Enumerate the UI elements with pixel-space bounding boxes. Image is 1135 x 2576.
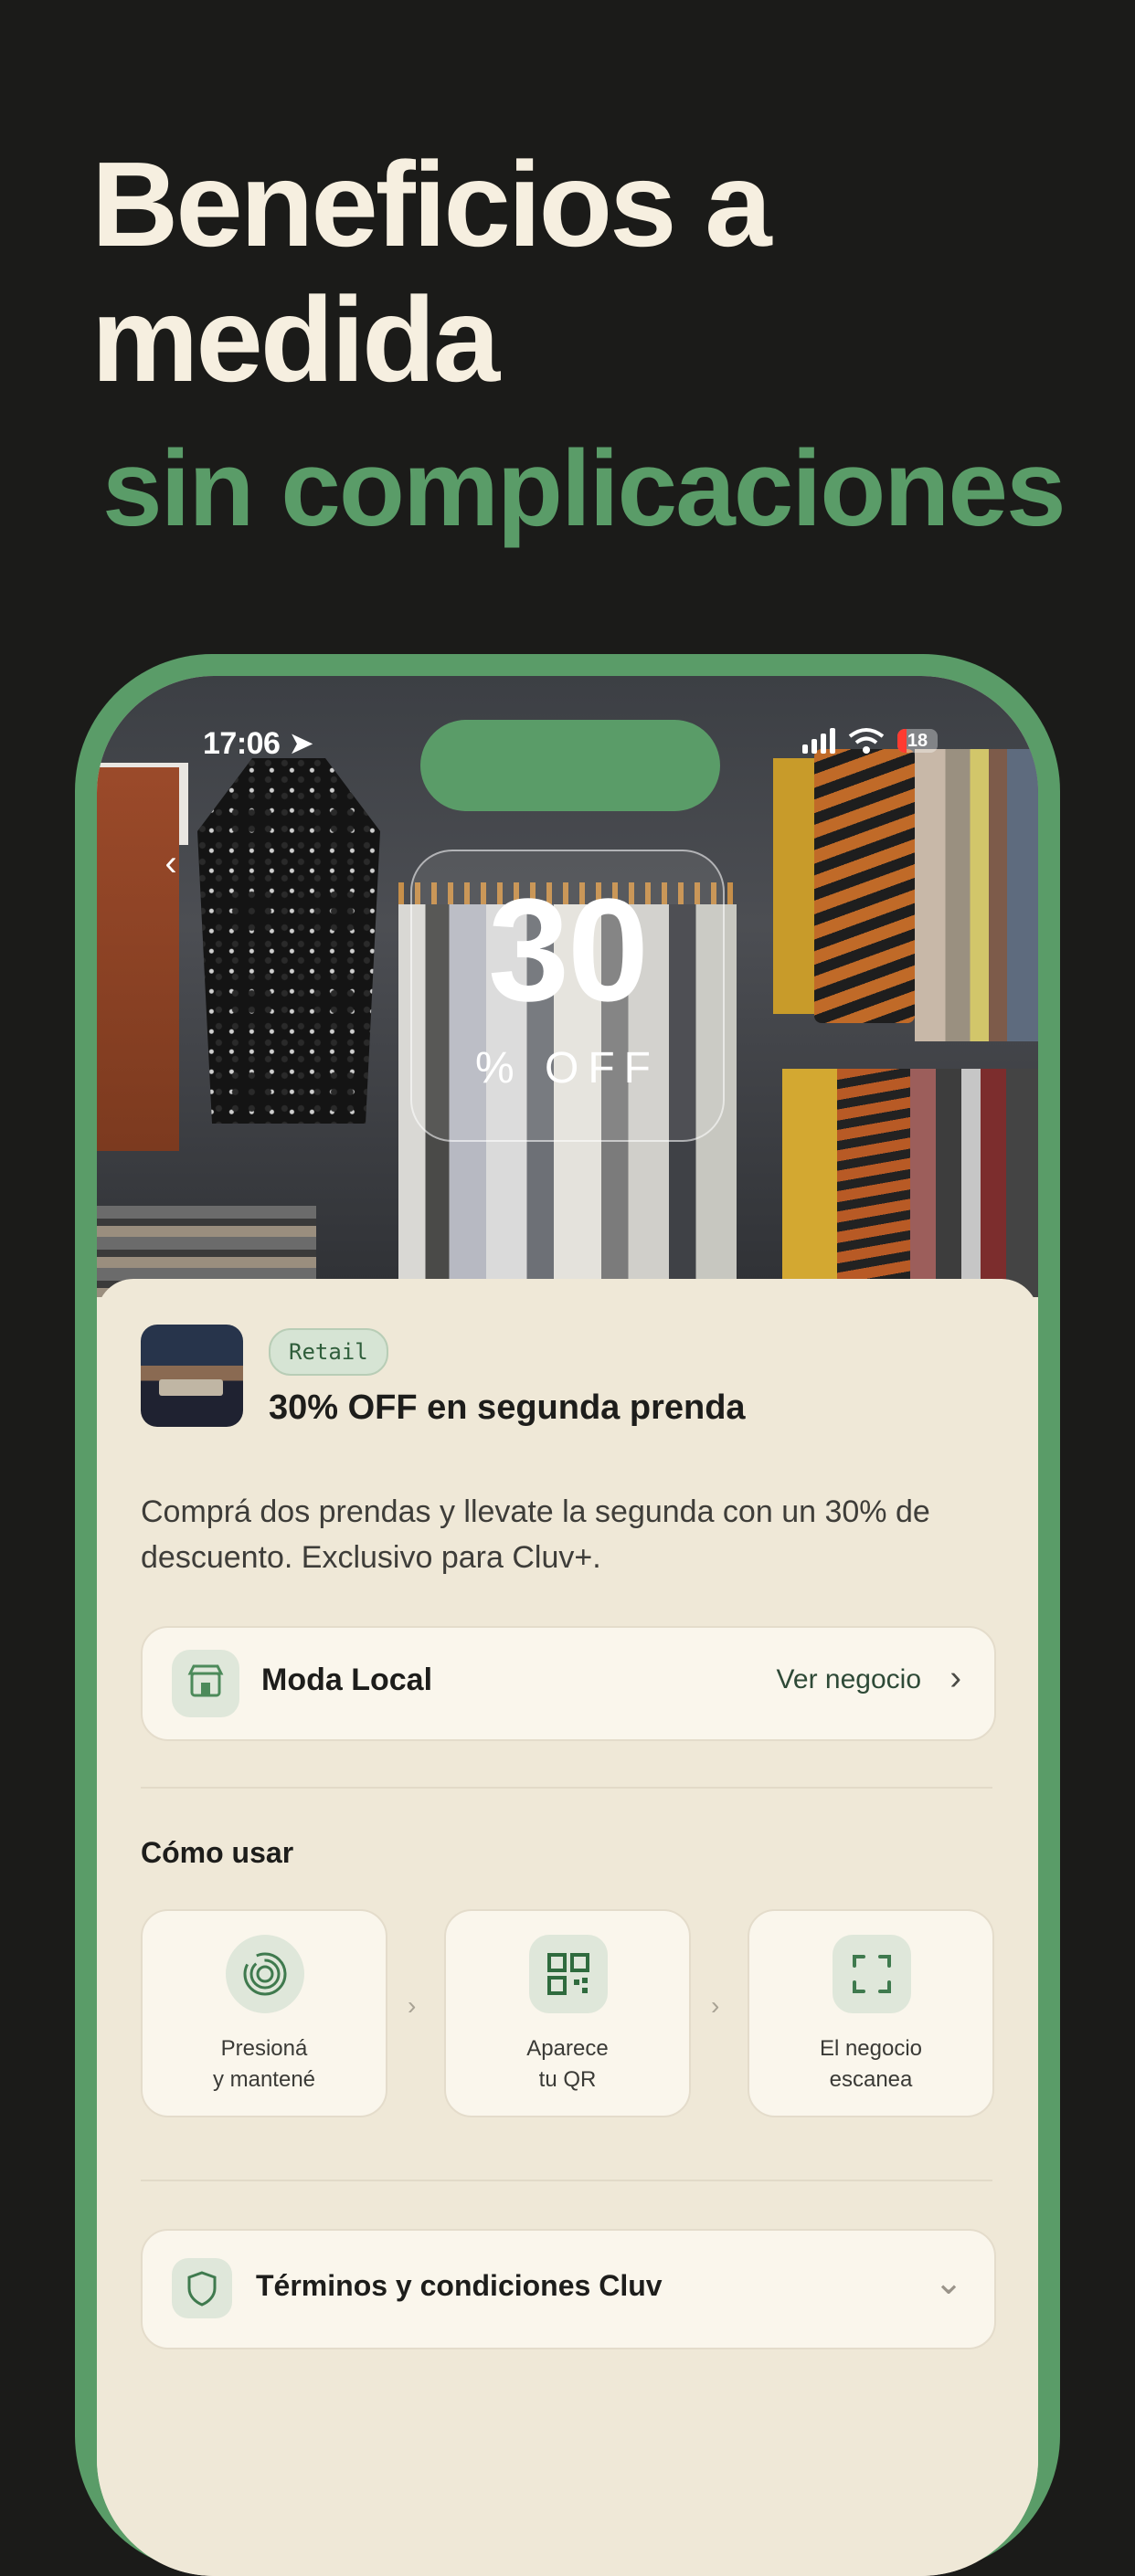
- step-business-scans: El negocio escanea: [748, 1909, 994, 2117]
- fingerprint-icon: [226, 1935, 304, 2013]
- clothing-dress-black: [197, 758, 380, 1124]
- step-show-qr: Aparece tu QR: [444, 1909, 691, 2117]
- discount-label: % OFF: [475, 1044, 660, 1093]
- location-arrow-icon: ➤: [288, 726, 314, 761]
- chevron-right-icon: ›: [711, 1991, 720, 2020]
- divider: [141, 2180, 992, 2181]
- clothing-striped-lower: [837, 1069, 910, 1297]
- clothing-rack-right: [915, 749, 1038, 1041]
- terms-accordion[interactable]: Términos y condiciones Cluv ⌄: [141, 2229, 996, 2349]
- clothing-striped: [814, 749, 915, 1023]
- back-button[interactable]: ‹: [148, 840, 194, 886]
- how-to-title: Cómo usar: [141, 1836, 294, 1869]
- hero-image: 17:06 ➤ 18 ‹ 30 % OFF: [97, 676, 1038, 1297]
- scan-frame-icon: [833, 1935, 911, 2013]
- business-name: Moda Local: [261, 1663, 433, 1697]
- clothing-mustard-lower: [782, 1069, 837, 1297]
- offer-title: 30% OFF en segunda prenda: [269, 1388, 746, 1427]
- business-card[interactable]: Moda Local Ver negocio ›: [141, 1626, 996, 1741]
- clothing-mustard: [773, 758, 814, 1014]
- category-tag: Retail: [269, 1328, 388, 1376]
- headline-line-1: Beneficios a: [91, 137, 772, 271]
- discount-value: 30: [488, 868, 649, 1031]
- step-label: El negocio escanea: [819, 2036, 923, 2092]
- divider: [141, 1787, 992, 1789]
- shield-icon: [172, 2258, 232, 2318]
- store-logo: [141, 1325, 243, 1427]
- qr-code-icon: [529, 1935, 608, 2013]
- storefront-icon: [172, 1650, 239, 1717]
- phone-frame: 17:06 ➤ 18 ‹ 30 % OFF Retail 30% OFF en …: [75, 654, 1060, 2576]
- chevron-left-icon: ‹: [164, 843, 177, 883]
- dynamic-island: [420, 720, 720, 811]
- status-icons: 18: [802, 727, 938, 755]
- offer-sheet: Retail 30% OFF en segunda prenda Comprá …: [97, 1279, 1038, 2576]
- step-label: Aparece tu QR: [526, 2036, 609, 2092]
- chevron-right-icon: ›: [949, 1659, 961, 1697]
- headline-line-2: medida: [91, 272, 500, 406]
- clothing-rack-right-lower: [910, 1069, 1038, 1297]
- wifi-icon: [848, 728, 885, 754]
- headline-green: sin complicaciones: [102, 428, 1066, 549]
- status-time: 17:06 ➤: [203, 726, 314, 761]
- offer-description: Comprá dos prendas y llevate la segunda …: [141, 1494, 930, 1575]
- chevron-right-icon: ›: [408, 1991, 417, 2020]
- view-business-link[interactable]: Ver negocio: [777, 1664, 921, 1695]
- clothing-dress-rust: [97, 767, 179, 1151]
- battery-icon: 18: [897, 729, 938, 753]
- cellular-signal-icon: [802, 728, 835, 754]
- step-press-hold: Presioná y mantené: [141, 1909, 387, 2117]
- terms-label: Términos y condiciones Cluv: [256, 2269, 663, 2302]
- chevron-down-icon: ⌄: [934, 2264, 963, 2302]
- discount-badge: 30 % OFF: [410, 850, 725, 1142]
- phone-screen: 17:06 ➤ 18 ‹ 30 % OFF Retail 30% OFF en …: [97, 676, 1038, 2576]
- step-label: Presioná y mantené: [212, 2036, 316, 2092]
